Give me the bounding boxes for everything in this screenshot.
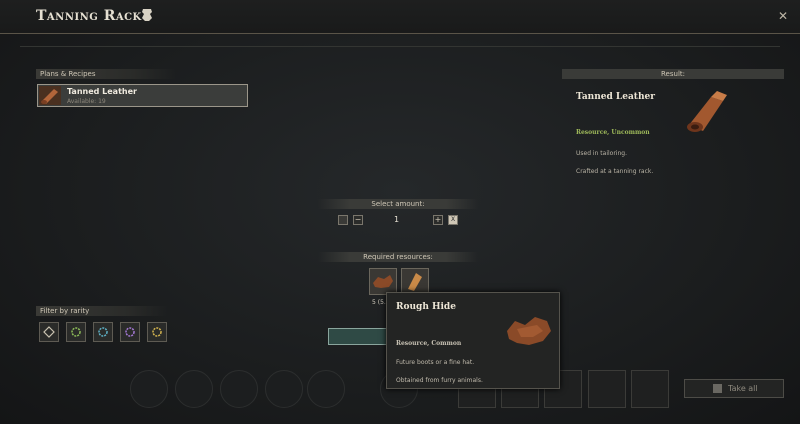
title-bar: Tanning Rack ✕ xyxy=(0,0,800,34)
divider xyxy=(20,46,780,47)
resource-slot-secondary[interactable] xyxy=(401,268,429,295)
gear-rarity-icon xyxy=(152,327,162,337)
plans-recipes-header: Plans & Recipes xyxy=(36,69,176,79)
filter-rarity-header: Filter by rarity xyxy=(36,306,168,316)
tooltip-item-name: Rough Hide xyxy=(396,302,456,312)
result-description-line: Crafted at a tanning rack. xyxy=(576,168,654,175)
result-rarity: Resource, Uncommon xyxy=(576,129,650,136)
gear-rarity-icon xyxy=(71,327,81,337)
take-all-label: Take all xyxy=(728,384,758,393)
hide-strip-icon xyxy=(408,273,422,291)
window-title: Tanning Rack xyxy=(36,8,142,24)
rough-hide-icon xyxy=(373,275,393,288)
resource-slot-rough-hide[interactable] xyxy=(369,268,397,295)
queue-slot xyxy=(175,370,213,408)
gear-rarity-icon xyxy=(125,327,135,337)
craft-button[interactable] xyxy=(328,328,390,345)
tanned-leather-roll-icon xyxy=(687,91,727,132)
recipe-available: Available: 19 xyxy=(67,98,106,105)
min-amount-button[interactable] xyxy=(338,215,348,225)
increment-button[interactable]: + xyxy=(433,215,443,225)
queue-slot xyxy=(265,370,303,408)
rarity-filter-uncommon[interactable] xyxy=(66,322,86,342)
gear-rarity-icon xyxy=(98,327,108,337)
close-icon[interactable]: ✕ xyxy=(778,9,788,23)
take-all-button[interactable]: Take all xyxy=(684,379,784,398)
tooltip-rarity: Resource, Common xyxy=(396,340,462,347)
output-slot[interactable] xyxy=(631,370,669,408)
rarity-filter-epic[interactable] xyxy=(120,322,140,342)
queue-slot xyxy=(307,370,345,408)
result-item-name: Tanned Leather xyxy=(576,92,655,102)
required-resources-header: Required resources: xyxy=(318,252,478,262)
recipe-item-tanned-leather[interactable]: Tanned Leather Available: 19 xyxy=(37,84,248,107)
rarity-filter-legendary[interactable] xyxy=(147,322,167,342)
max-key-hint[interactable]: X xyxy=(448,215,458,225)
diamond-icon xyxy=(43,326,55,338)
tanned-leather-icon xyxy=(39,86,61,105)
leather-hide-icon xyxy=(142,9,152,21)
amount-value[interactable]: 1 xyxy=(394,215,399,224)
rarity-filter-rare[interactable] xyxy=(93,322,113,342)
result-panel: Result: Tanned Leather Resource, Uncommo… xyxy=(562,69,784,184)
rarity-filter-common[interactable] xyxy=(39,322,59,342)
decrement-button[interactable]: − xyxy=(353,215,363,225)
tooltip-description-line: Future boots or a fine hat. xyxy=(396,359,475,366)
result-header: Result: xyxy=(562,69,784,79)
queue-slot xyxy=(220,370,258,408)
result-description-line: Used in tailoring. xyxy=(576,150,627,157)
item-tooltip: Rough Hide Resource, Common Future boots… xyxy=(386,292,560,389)
key-hint-icon xyxy=(713,384,722,393)
recipe-name: Tanned Leather xyxy=(67,87,137,96)
rough-hide-icon xyxy=(507,317,551,345)
output-slot[interactable] xyxy=(588,370,626,408)
queue-slot xyxy=(130,370,168,408)
select-amount-header: Select amount: xyxy=(318,199,478,209)
tooltip-description-line: Obtained from furry animals. xyxy=(396,377,483,384)
